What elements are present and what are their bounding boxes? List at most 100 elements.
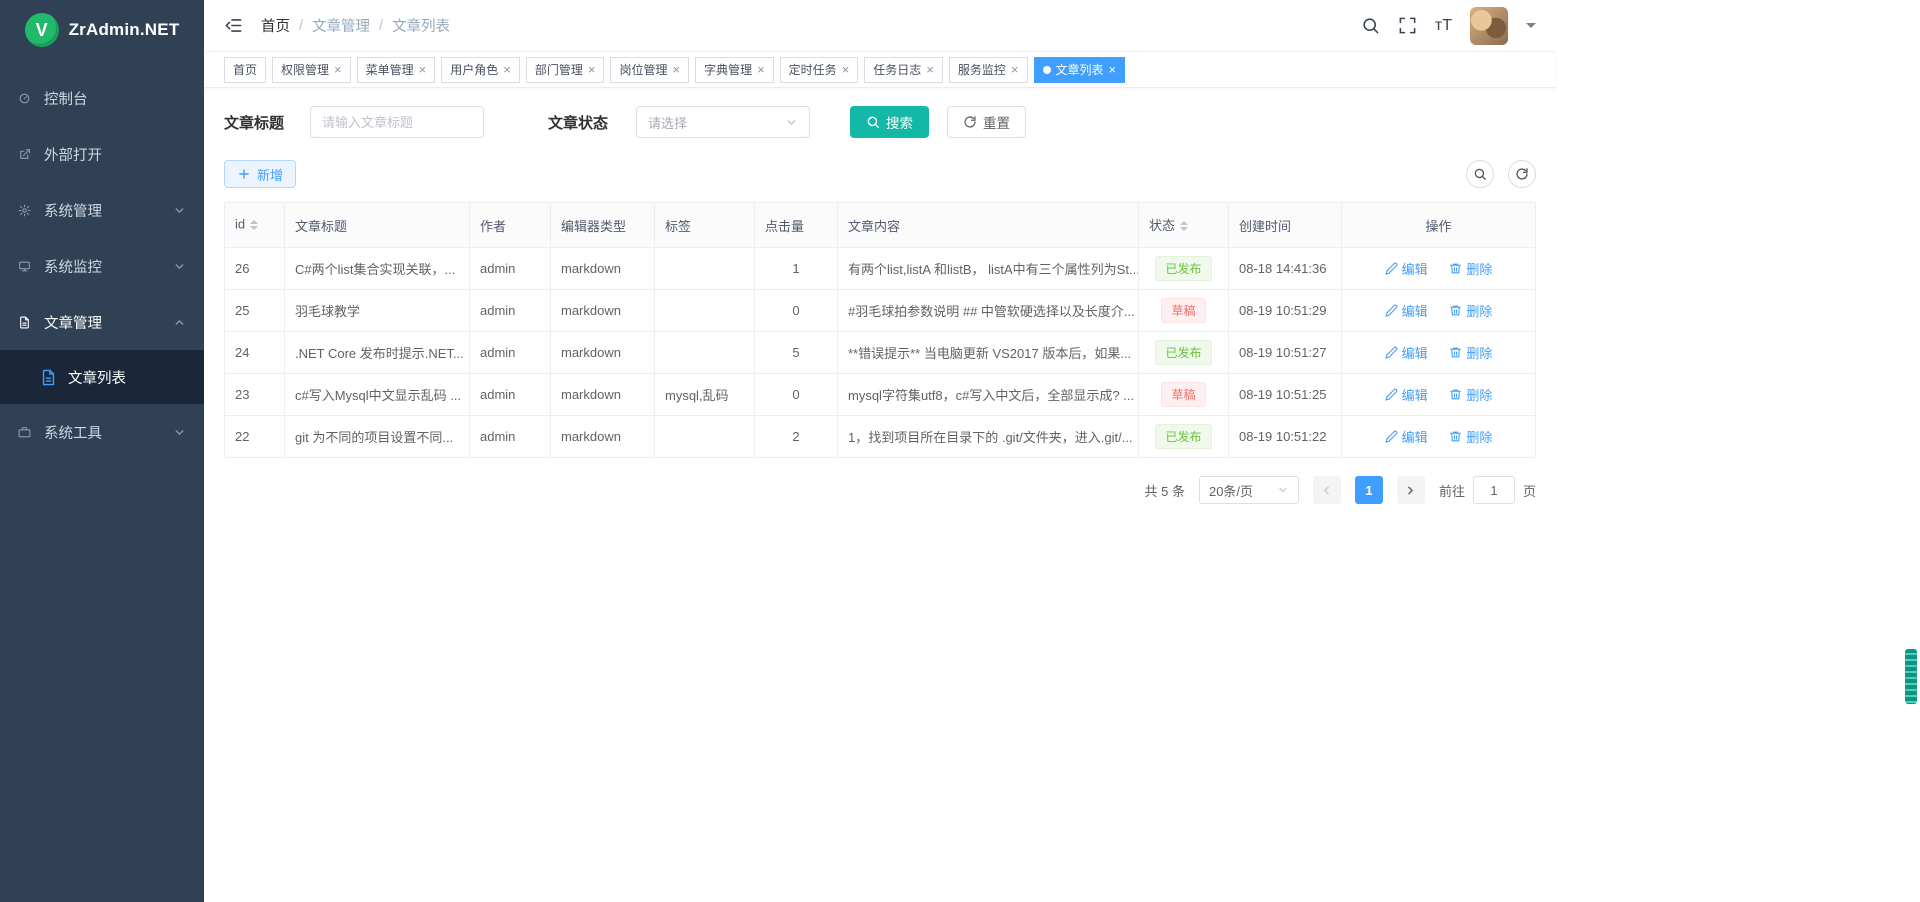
goto-page-input[interactable]	[1473, 476, 1515, 504]
search-icon[interactable]	[1361, 16, 1380, 35]
chevron-left-icon	[1320, 484, 1333, 497]
tag-bar: 首页 权限管理 菜单管理 用户角色 部门管理 岗位管理 字典管理 定时任务 任务…	[204, 52, 1556, 88]
table-row: 25 羽毛球教学 admin markdown 0 #羽毛球拍参数说明 ## 中…	[225, 290, 1536, 332]
sidebar-item-external-open[interactable]: 外部打开	[0, 126, 204, 182]
edit-button[interactable]: 编辑	[1385, 259, 1428, 278]
delete-label: 删除	[1466, 343, 1492, 362]
edit-button[interactable]: 编辑	[1385, 343, 1428, 362]
edit-label: 编辑	[1402, 385, 1428, 404]
close-icon[interactable]	[419, 63, 427, 76]
tab-menu[interactable]: 菜单管理	[357, 57, 436, 83]
dashboard-icon	[18, 92, 31, 105]
tab-task-log[interactable]: 任务日志	[864, 57, 943, 83]
add-button-label: 新增	[257, 165, 283, 184]
cell-status: 草稿	[1139, 290, 1229, 332]
tab-service-monitor[interactable]: 服务监控	[949, 57, 1028, 83]
delete-button[interactable]: 删除	[1449, 343, 1492, 362]
column-header-id[interactable]: id	[225, 203, 285, 248]
scrollbar-thumb[interactable]	[1905, 649, 1917, 704]
tab-post[interactable]: 岗位管理	[610, 57, 689, 83]
close-icon[interactable]	[588, 63, 596, 76]
sidebar-item-system-tools[interactable]: 系统工具	[0, 404, 204, 460]
tab-user-role[interactable]: 用户角色	[441, 57, 520, 83]
table-row: 22 git 为不同的项目设置不同... admin markdown 2 1，…	[225, 416, 1536, 458]
delete-button[interactable]: 删除	[1449, 427, 1492, 446]
article-title-input[interactable]	[310, 106, 484, 138]
article-status-select[interactable]: 请选择	[636, 106, 810, 138]
tab-home[interactable]: 首页	[224, 57, 266, 83]
edit-label: 编辑	[1402, 343, 1428, 362]
edit-button[interactable]: 编辑	[1385, 385, 1428, 404]
sidebar-item-dashboard[interactable]: 控制台	[0, 70, 204, 126]
tab-permission[interactable]: 权限管理	[272, 57, 351, 83]
add-button[interactable]: 新增	[224, 160, 296, 188]
sidebar-item-label: 文章管理	[44, 312, 160, 333]
column-header-content: 文章内容	[838, 203, 1139, 248]
search-icon	[1473, 167, 1487, 181]
sidebar-item-article-list[interactable]: 文章列表	[0, 350, 204, 404]
sidebar-collapse-icon[interactable]	[224, 16, 243, 35]
close-icon[interactable]	[1109, 63, 1117, 76]
cell-author: admin	[470, 416, 551, 458]
close-icon[interactable]	[926, 63, 934, 76]
column-header-ops: 操作	[1342, 203, 1536, 248]
toolbox-icon	[18, 426, 31, 439]
page-content: 文章标题 文章状态 请选择 搜索 重置	[204, 88, 1556, 902]
cell-clicks: 0	[755, 290, 838, 332]
breadcrumb-section: 文章管理	[312, 15, 370, 36]
close-icon[interactable]	[1011, 63, 1019, 76]
close-icon[interactable]	[334, 63, 342, 76]
sort-icon[interactable]	[250, 216, 258, 234]
column-header-status[interactable]: 状态	[1139, 203, 1229, 248]
delete-button[interactable]: 删除	[1449, 301, 1492, 320]
delete-button[interactable]: 删除	[1449, 385, 1492, 404]
caret-down-icon[interactable]	[1526, 23, 1536, 33]
prev-page-button[interactable]	[1313, 476, 1341, 504]
font-size-icon[interactable]: тT	[1435, 17, 1452, 35]
tab-department[interactable]: 部门管理	[526, 57, 605, 83]
search-icon	[866, 115, 880, 129]
close-icon[interactable]	[672, 63, 680, 76]
close-icon[interactable]	[842, 63, 850, 76]
next-page-button[interactable]	[1397, 476, 1425, 504]
delete-label: 删除	[1466, 301, 1492, 320]
fullscreen-icon[interactable]	[1398, 16, 1417, 35]
logo-icon: V	[25, 13, 59, 47]
status-badge: 草稿	[1161, 382, 1205, 407]
chevron-down-icon	[173, 204, 186, 217]
toggle-search-button[interactable]	[1466, 160, 1494, 188]
cell-title: .NET Core 发布时提示.NET...	[285, 332, 470, 374]
total-count: 共 5 条	[1145, 481, 1185, 500]
cell-author: admin	[470, 374, 551, 416]
trash-icon	[1449, 430, 1462, 443]
app-logo[interactable]: V ZrAdmin.NET	[0, 0, 204, 60]
document-icon	[18, 316, 31, 329]
sidebar-item-system-management[interactable]: 系统管理	[0, 182, 204, 238]
delete-button[interactable]: 删除	[1449, 259, 1492, 278]
cell-editor: markdown	[551, 416, 655, 458]
sort-icon[interactable]	[1180, 217, 1188, 235]
page-number-1[interactable]: 1	[1355, 476, 1383, 504]
select-placeholder: 请选择	[648, 113, 687, 132]
edit-button[interactable]: 编辑	[1385, 427, 1428, 446]
breadcrumb-home[interactable]: 首页	[261, 15, 290, 36]
tab-label: 文章列表	[1056, 61, 1104, 78]
tab-label: 任务日志	[873, 61, 921, 78]
user-avatar[interactable]	[1470, 7, 1508, 45]
sidebar-item-system-monitor[interactable]: 系统监控	[0, 238, 204, 294]
tab-dictionary[interactable]: 字典管理	[695, 57, 774, 83]
tab-scheduled-task[interactable]: 定时任务	[780, 57, 859, 83]
page-size-value: 20条/页	[1209, 481, 1253, 500]
column-header-created: 创建时间	[1229, 203, 1342, 248]
search-button[interactable]: 搜索	[850, 106, 929, 138]
table-toolbar: 新增	[224, 160, 1536, 188]
close-icon[interactable]	[757, 63, 765, 76]
close-icon[interactable]	[503, 63, 511, 76]
reset-button[interactable]: 重置	[947, 106, 1026, 138]
page-size-select[interactable]: 20条/页	[1199, 476, 1299, 504]
refresh-table-button[interactable]	[1508, 160, 1536, 188]
tab-article-list[interactable]: 文章列表	[1034, 57, 1126, 83]
sidebar-item-article-management[interactable]: 文章管理	[0, 294, 204, 350]
edit-button[interactable]: 编辑	[1385, 301, 1428, 320]
edit-icon	[1385, 388, 1398, 401]
